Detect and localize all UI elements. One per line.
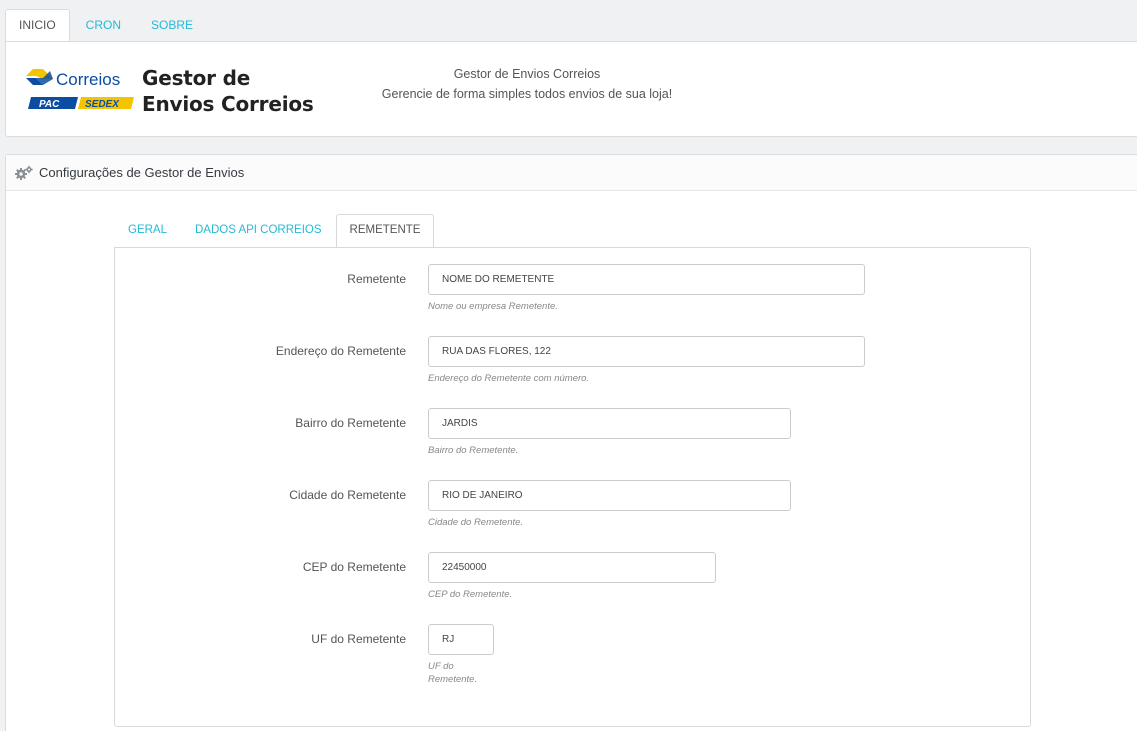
uf-help-line1: UF do [428, 661, 454, 672]
uf-label: UF do Remetente [311, 632, 406, 646]
tab-cron[interactable]: CRON [72, 9, 135, 42]
logo-brand: Correios [56, 70, 120, 89]
logo-sedex: SEDEX [85, 99, 120, 110]
cidade-label: Cidade do Remetente [289, 488, 406, 502]
remetente-input[interactable] [428, 264, 865, 295]
config-title: Configurações de Gestor de Envios [39, 165, 245, 180]
header-desc-line1: Gestor de Envios Correios [453, 67, 601, 81]
config-panel: Configurações de Gestor de Envios GERAL … [5, 154, 1137, 731]
remetente-help: Nome ou empresa Remetente. [428, 301, 558, 312]
header-description: Gestor de Envios Correios Gerencie de fo… [372, 64, 682, 104]
cep-help: CEP do Remetente. [428, 589, 513, 600]
remetente-label: Remetente [347, 272, 406, 286]
cidade-help: Cidade do Remetente. [428, 517, 524, 528]
config-tabs: GERAL DADOS API CORREIOS REMETENTE [114, 214, 435, 247]
uf-input[interactable] [428, 624, 494, 655]
gears-icon [15, 165, 33, 180]
cep-label: CEP do Remetente [302, 560, 406, 574]
cep-input[interactable] [428, 552, 716, 583]
top-tabs: INICIO CRON SOBRE [5, 9, 207, 42]
correios-logo-icon: Correios PAC SEDEX [26, 69, 134, 110]
tab-dados-api-correios[interactable]: DADOS API CORREIOS [181, 214, 336, 247]
logo-title: Gestor de Envios Correios [142, 65, 314, 117]
tab-inicio[interactable]: INICIO [5, 9, 70, 42]
cidade-input[interactable] [428, 480, 791, 511]
header-panel: Correios PAC SEDEX Gestor de Envios Corr… [5, 41, 1137, 137]
logo-title-line1: Gestor de [142, 66, 251, 90]
endereco-help: Endereço do Remetente com número. [428, 373, 590, 384]
logo-pac: PAC [39, 99, 60, 110]
bairro-input[interactable] [428, 408, 791, 439]
uf-help: UF do Remetente. [428, 660, 477, 686]
endereco-label: Endereço do Remetente [275, 344, 406, 358]
uf-help-line2: Remetente. [428, 674, 478, 685]
tab-remetente[interactable]: REMETENTE [335, 214, 435, 247]
tab-sobre[interactable]: SOBRE [137, 9, 207, 42]
remetente-form: Remetente Nome ou empresa Remetente. End… [114, 247, 1031, 727]
config-heading: Configurações de Gestor de Envios [6, 155, 1137, 191]
bairro-label: Bairro do Remetente [295, 416, 406, 430]
tab-geral[interactable]: GERAL [114, 214, 181, 247]
endereco-input[interactable] [428, 336, 865, 367]
header-desc-line2: Gerencie de forma simples todos envios d… [381, 87, 673, 101]
logo-title-line2: Envios Correios [142, 92, 314, 116]
bairro-help: Bairro do Remetente. [428, 445, 519, 456]
